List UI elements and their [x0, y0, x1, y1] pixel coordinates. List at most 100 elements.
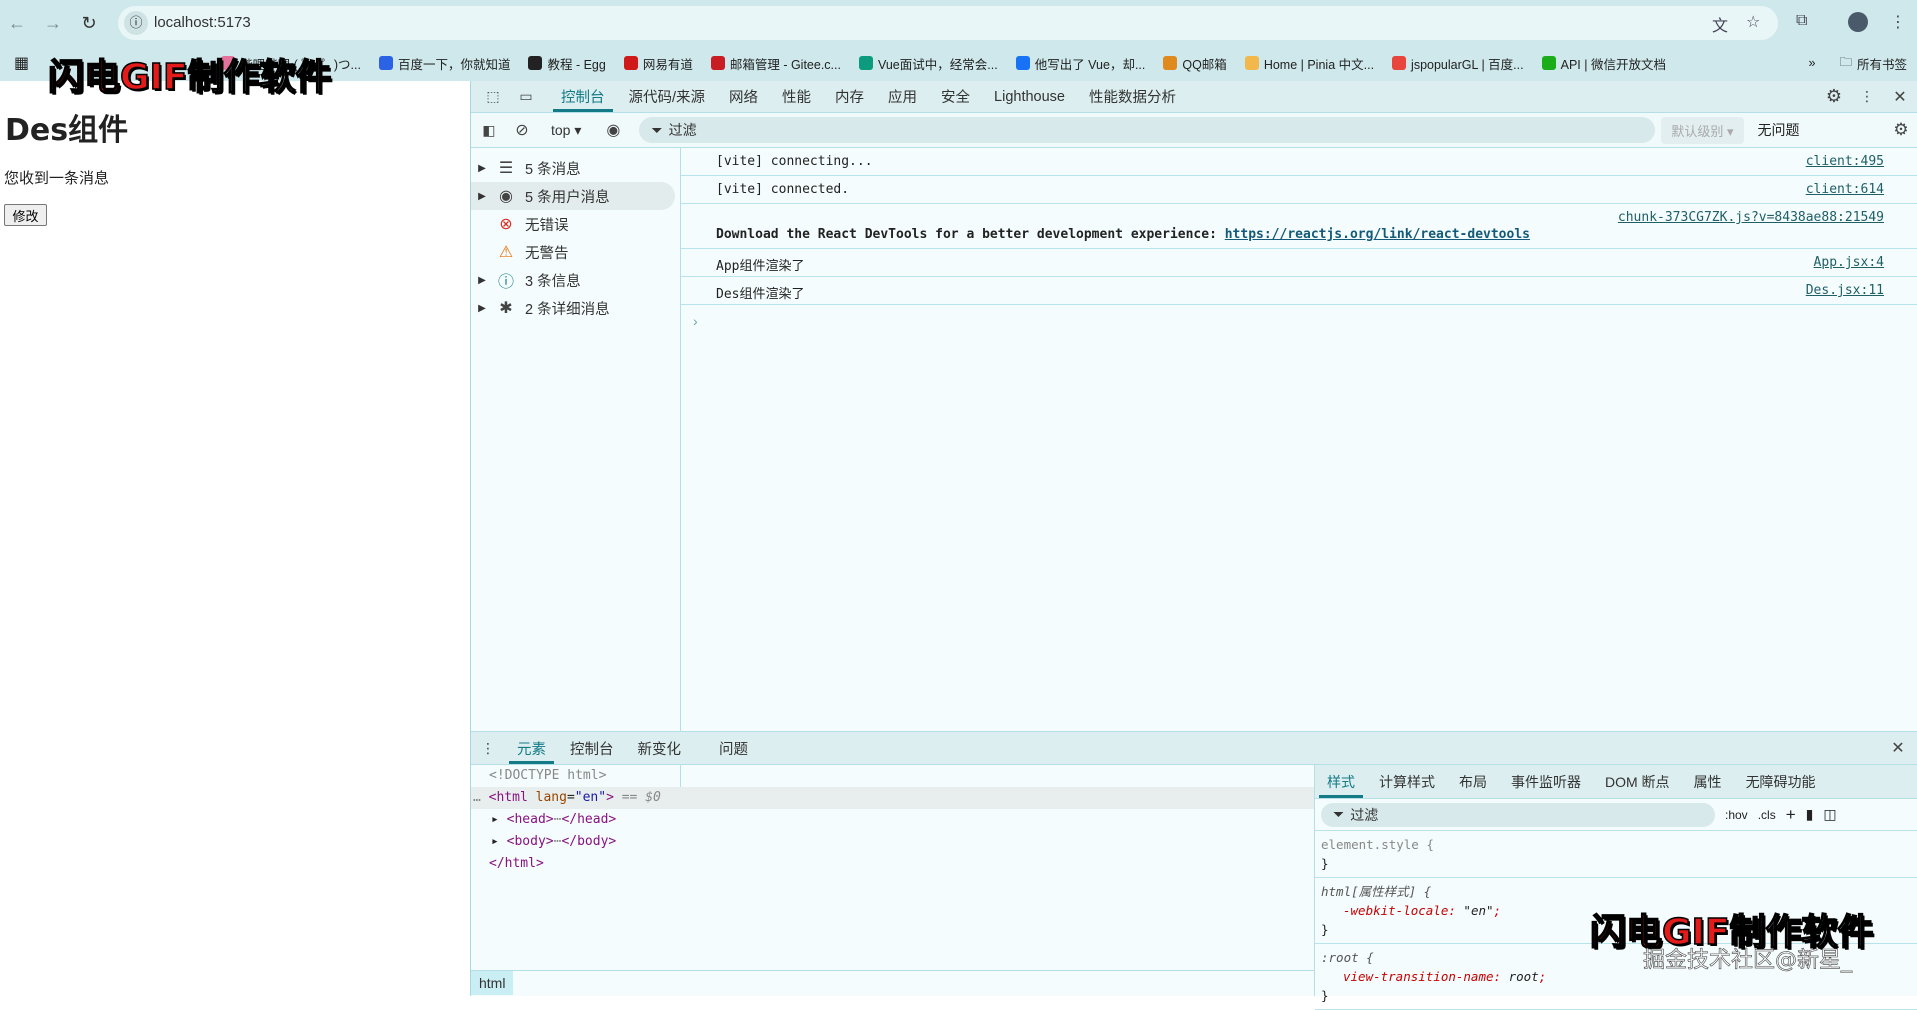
styles-tab-4[interactable]: DOM 断点: [1593, 765, 1682, 798]
drawer-tab-1[interactable]: 控制台: [558, 732, 626, 764]
log-level-label: 默认级别: [1671, 123, 1724, 139]
sidebar-item-info[interactable]: ▶ ⓘ 3 条信息: [471, 266, 680, 294]
bookmark-item[interactable]: Home | Pinia 中文...: [1244, 54, 1374, 73]
reload-button[interactable]: ↻: [76, 10, 102, 36]
tab-4[interactable]: 内存: [823, 81, 876, 112]
tab-3[interactable]: 性能: [770, 81, 823, 112]
breadcrumb-html[interactable]: html: [471, 971, 514, 995]
styles-tab-2[interactable]: 布局: [1447, 765, 1499, 798]
bookmark-label: 网易有道: [642, 57, 693, 72]
extensions-icon[interactable]: ⧉: [1796, 12, 1807, 30]
console-prompt-icon[interactable]: ›: [693, 313, 698, 329]
html-node[interactable]: … <html lang="en"> == $0: [471, 787, 1314, 809]
property-name: -webkit-locale: [1343, 903, 1449, 918]
expand-arrow-icon[interactable]: ▶: [471, 163, 493, 174]
rule-selector[interactable]: element.style {: [1321, 835, 1912, 854]
tab-2[interactable]: 网络: [717, 81, 770, 112]
issues-button[interactable]: 无问题: [1758, 120, 1800, 140]
all-bookmarks[interactable]: 🗀 所有书签: [1839, 53, 1907, 74]
expand-arrow-icon[interactable]: ▶: [471, 191, 493, 202]
sidebar-item-error[interactable]: ⊗ 无错误: [471, 210, 680, 238]
site-info-icon[interactable]: ⓘ: [124, 11, 148, 35]
sidebar-item-warning[interactable]: ⚠ 无警告: [471, 238, 680, 266]
sidebar-item-bug[interactable]: ▶ ✱ 2 条详细消息: [471, 294, 680, 322]
drawer-tab-2[interactable]: 新变化: [626, 732, 694, 764]
computed-sidebar-icon[interactable]: ◫: [1823, 806, 1836, 823]
message-source-link[interactable]: client:614: [1806, 182, 1884, 197]
bookmark-item[interactable]: API | 微信开放文档: [1541, 54, 1666, 73]
message-source-link[interactable]: Des.jsx:11: [1806, 283, 1884, 298]
console-settings-icon[interactable]: ⚙: [1884, 120, 1917, 140]
more-bookmarks-icon[interactable]: »: [1809, 56, 1816, 70]
expand-arrow-icon[interactable]: ▶: [471, 303, 493, 314]
bookmark-item[interactable]: 邮箱管理 - Gitee.c...: [710, 54, 841, 73]
sidebar-item-user[interactable]: ▶ ◉ 5 条用户消息: [471, 182, 675, 210]
bookmark-item[interactable]: 网易有道: [623, 54, 693, 73]
tab-0[interactable]: 控制台: [549, 81, 617, 112]
drawer-tab-3[interactable]: 问题: [707, 732, 760, 764]
new-rule-icon[interactable]: +: [1786, 805, 1796, 825]
message-text: 您收到一条消息: [4, 169, 110, 187]
modify-button[interactable]: 修改: [4, 204, 47, 226]
message-text: Download the React DevTools for a better…: [716, 227, 1225, 242]
tab-7[interactable]: Lighthouse: [982, 81, 1077, 112]
styles-tab-3[interactable]: 事件监听器: [1499, 765, 1593, 798]
styles-tab-5[interactable]: 属性: [1682, 765, 1734, 798]
tab-6[interactable]: 安全: [929, 81, 982, 112]
styles-tab-0[interactable]: 样式: [1315, 765, 1367, 798]
message-source-link[interactable]: client:495: [1806, 154, 1884, 169]
address-bar[interactable]: ⓘ localhost:5173: [118, 6, 1778, 40]
bookmark-label: 教程 - Egg: [547, 57, 606, 72]
star-icon[interactable]: ☆: [1746, 12, 1760, 32]
styles-tab-1[interactable]: 计算样式: [1367, 765, 1447, 798]
more-options-icon[interactable]: ⋮: [1852, 88, 1882, 105]
styles-filter-input[interactable]: ⏷ 过滤: [1321, 802, 1715, 827]
html-close-node[interactable]: </html>: [471, 853, 1314, 875]
menu-icon[interactable]: ⋮: [1890, 12, 1906, 32]
bookmark-item[interactable]: 教程 - Egg: [528, 54, 606, 73]
close-drawer-icon[interactable]: ✕: [1878, 738, 1917, 758]
cls-button[interactable]: .cls: [1758, 808, 1776, 822]
head-node[interactable]: ▸ <head>⋯</head>: [471, 809, 1314, 831]
bookmark-favicon-icon: [528, 56, 543, 70]
drawer-menu-icon[interactable]: ⋮: [471, 740, 505, 757]
close-devtools-icon[interactable]: ✕: [1882, 87, 1917, 107]
sidebar-toggle-icon[interactable]: ◧: [471, 122, 507, 139]
message-source-link[interactable]: App.jsx:4: [1814, 255, 1884, 270]
tab-8[interactable]: 性能数据分析: [1077, 81, 1188, 112]
translate-icon[interactable]: 文: [1712, 12, 1728, 36]
apps-icon[interactable]: ▦: [14, 53, 29, 73]
clear-console-icon[interactable]: ⊘: [507, 120, 537, 140]
message-link[interactable]: https://reactjs.org/link/react-devtools: [1225, 227, 1530, 242]
drawer-tab-0[interactable]: 元素: [505, 732, 558, 764]
body-node[interactable]: ▸ <body>⋯</body>: [471, 831, 1314, 853]
live-expression-icon[interactable]: ◉: [595, 120, 631, 140]
bookmark-item[interactable]: QQ邮箱: [1163, 54, 1227, 73]
log-level-dropdown[interactable]: 默认级别 ▾: [1661, 116, 1744, 144]
message-source-link[interactable]: chunk-373CG7ZK.js?v=8438ae88:21549: [1618, 210, 1884, 225]
back-button[interactable]: ←: [4, 10, 30, 36]
bookmark-item[interactable]: jspopularGL | 百度...: [1392, 54, 1524, 73]
devtools-main-tabs: ⬚ ▭ 控制台 源代码/来源 网络 性能 内存 应用 安全 Lighthouse 性能数据分析 …: [471, 81, 1917, 113]
sidebar-item-list[interactable]: ▶ ☰ 5 条消息: [471, 154, 680, 182]
settings-icon[interactable]: ⚙: [1816, 86, 1852, 107]
doctype-node[interactable]: <!DOCTYPE html>: [471, 765, 1314, 787]
device-toolbar-icon[interactable]: ▭: [511, 88, 541, 105]
bookmark-item[interactable]: Vue面试中，经常会...: [858, 54, 998, 73]
hov-button[interactable]: :hov: [1725, 808, 1748, 822]
inspect-element-icon[interactable]: ⬚: [475, 88, 511, 105]
bookmark-item[interactable]: 他写出了 Vue，却...: [1015, 54, 1145, 73]
paint-icon[interactable]: ▮: [1806, 806, 1814, 823]
rule-selector[interactable]: html[属性样式] {: [1321, 882, 1912, 901]
styles-tab-6[interactable]: 无障碍功能: [1734, 765, 1828, 798]
console-filter-input[interactable]: ⏷ 过滤: [639, 117, 1656, 143]
bookmark-item[interactable]: 百度一下，你就知道: [378, 54, 510, 73]
profile-avatar[interactable]: [1848, 12, 1868, 32]
url-text[interactable]: localhost:5173: [154, 14, 251, 31]
forward-button[interactable]: →: [40, 10, 66, 36]
tab-1[interactable]: 源代码/来源: [617, 81, 718, 112]
context-selector[interactable]: top ▾: [551, 122, 581, 139]
tab-5[interactable]: 应用: [876, 81, 929, 112]
expand-arrow-icon[interactable]: ▶: [471, 275, 493, 286]
folder-icon: 🗀: [1839, 54, 1852, 69]
